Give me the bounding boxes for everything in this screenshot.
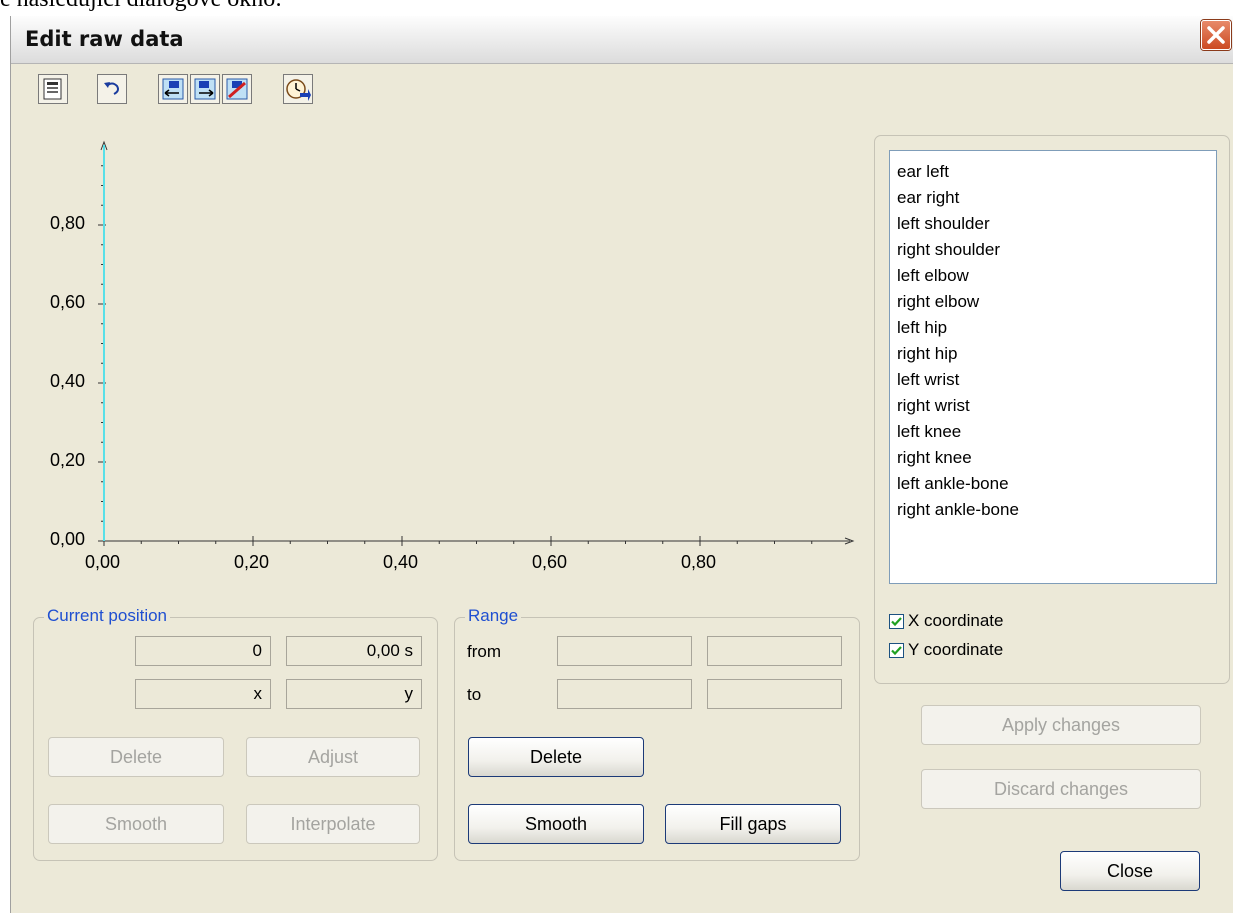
y-tick-label: 0,80	[50, 213, 86, 233]
x-tick-label: 0,60	[532, 552, 568, 572]
checkmark-icon	[891, 645, 902, 655]
to-label: to	[467, 685, 482, 704]
dialog-title: Edit raw data	[25, 27, 184, 51]
marker-list-item[interactable]: left knee	[897, 419, 1216, 445]
range-delete-button[interactable]: Delete	[468, 737, 644, 777]
range-from-field-2	[707, 636, 842, 666]
interpolate-button[interactable]: Interpolate	[246, 804, 420, 844]
title-bar: Edit raw data	[11, 16, 1233, 64]
time-field: 0,00 s	[286, 636, 422, 666]
properties-button[interactable]	[38, 74, 68, 104]
x-tick-label: 0,40	[383, 552, 419, 572]
marker-list-item[interactable]: left elbow	[897, 263, 1216, 289]
delete-marker-icon	[226, 78, 248, 100]
discard-changes-button[interactable]: Discard changes	[921, 769, 1201, 809]
time-settings-icon	[286, 79, 311, 101]
marker-list-item[interactable]: right elbow	[897, 289, 1216, 315]
y-tick-label: 0,00	[50, 529, 86, 549]
range-from-field-1	[557, 636, 692, 666]
fill-gaps-button[interactable]: Fill gaps	[665, 804, 841, 844]
time-settings-button[interactable]	[283, 74, 313, 104]
close-icon	[1207, 26, 1225, 44]
marker-list-item[interactable]: left ankle-bone	[897, 471, 1216, 497]
from-label: from	[467, 642, 501, 661]
marker-list-item[interactable]: right knee	[897, 445, 1216, 471]
apply-changes-button[interactable]: Apply changes	[921, 705, 1201, 745]
x-value-field: x	[135, 679, 271, 709]
insert-left-icon	[162, 78, 184, 100]
x-tick-label: 0,00	[85, 552, 121, 572]
marker-list-item[interactable]: left shoulder	[897, 211, 1216, 237]
y-coordinate-label: Y coordinate	[908, 640, 1004, 659]
y-tick-label: 0,40	[50, 371, 86, 391]
y-tick-label: 0,60	[50, 292, 86, 312]
insert-right-icon	[194, 78, 216, 100]
marker-list-item[interactable]: ear right	[897, 185, 1216, 211]
y-tick-label: 0,20	[50, 450, 86, 470]
position-delete-button[interactable]: Delete	[48, 737, 224, 777]
x-tick-label: 0,20	[234, 552, 270, 572]
marker-list-item[interactable]: ear left	[897, 159, 1216, 185]
checkmark-icon	[891, 616, 902, 626]
x-coordinate-label: X coordinate	[908, 611, 1004, 630]
properties-icon	[43, 78, 62, 100]
marker-list-item[interactable]: left wrist	[897, 367, 1216, 393]
frame-field: 0	[135, 636, 271, 666]
x-coordinate-checkbox[interactable]	[889, 613, 904, 629]
close-button[interactable]: Close	[1060, 851, 1200, 891]
undo-icon	[104, 82, 119, 95]
adjust-button[interactable]: Adjust	[246, 737, 420, 777]
document-caption: e následující dialogové okno:	[0, 0, 282, 13]
delete-marker-button[interactable]	[222, 74, 252, 104]
insert-left-button[interactable]	[158, 74, 188, 104]
y-value-field: y	[286, 679, 422, 709]
marker-list-item[interactable]: right wrist	[897, 393, 1216, 419]
range-to-field-1	[557, 679, 692, 709]
current-position-legend: Current position	[44, 606, 171, 626]
y-coordinate-checkbox[interactable]	[889, 642, 904, 658]
marker-list-item[interactable]: left hip	[897, 315, 1216, 341]
position-smooth-button[interactable]: Smooth	[48, 804, 224, 844]
range-smooth-button[interactable]: Smooth	[468, 804, 644, 844]
range-to-field-2	[707, 679, 842, 709]
marker-list[interactable]: ear left ear right left shoulder right shou…	[889, 150, 1217, 584]
x-coordinate-row[interactable]: X coordinate	[889, 609, 1003, 633]
marker-list-item[interactable]: right ankle-bone	[897, 497, 1216, 523]
y-coordinate-row[interactable]: Y coordinate	[889, 638, 1003, 662]
insert-right-button[interactable]	[190, 74, 220, 104]
range-legend: Range	[465, 606, 522, 626]
marker-list-item[interactable]: right shoulder	[897, 237, 1216, 263]
close-window-button[interactable]	[1201, 20, 1231, 50]
marker-list-item[interactable]: right hip	[897, 341, 1216, 367]
undo-button[interactable]	[97, 74, 127, 104]
x-tick-label: 0,80	[681, 552, 717, 572]
